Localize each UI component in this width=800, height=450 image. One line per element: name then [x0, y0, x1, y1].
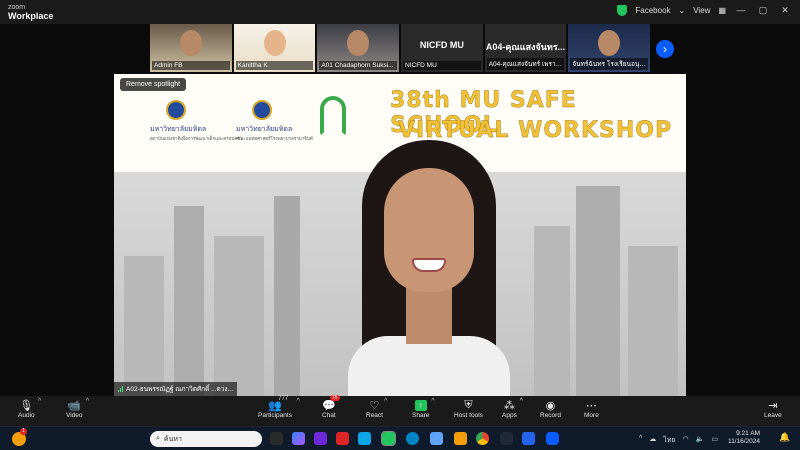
brand-line2: Workplace — [8, 11, 54, 21]
file-explorer-icon[interactable] — [454, 432, 467, 445]
participant-video — [347, 30, 370, 56]
windows-taskbar: 1 ⌕ ค้นหา ^ ☁ ไทย ◠ 🔈 ▭ 9:21 AM 11/16/20… — [0, 426, 800, 450]
word-icon[interactable] — [522, 432, 535, 445]
participant-video — [598, 30, 621, 56]
speaker-video — [344, 140, 514, 396]
mahidol-seal-icon — [166, 100, 186, 120]
audio-options-chevron-icon[interactable]: ^ — [38, 398, 41, 405]
participant-tile[interactable]: Kanittha K — [233, 24, 316, 72]
wifi-icon[interactable]: ◠ — [683, 435, 689, 446]
clock-time: 9:21 AM — [736, 430, 760, 437]
participant-video — [263, 30, 286, 56]
org2-label: มหาวิทยาลัยมหิดล คณะแพทยศาสตร์โรงพยาบาลรา… — [236, 126, 313, 141]
share-screen-icon: ↑ ^ — [414, 398, 435, 412]
clock[interactable]: 9:21 AM 11/16/2024 — [728, 430, 760, 446]
app-icon[interactable] — [500, 432, 513, 445]
participant-tile[interactable]: NICFD MU NICFD MU — [401, 24, 483, 72]
participant-video — [180, 30, 202, 56]
participant-name: Admin FB — [152, 61, 230, 70]
language-indicator[interactable]: ไทย — [663, 435, 675, 446]
participant-name: A04-คุณแสงจันทร์ เพราะ... — [486, 58, 565, 70]
task-view-icon[interactable] — [270, 432, 283, 445]
title-bar: zoom Workplace Facebook ⌄ View ▦ — ▢ ✕ — [0, 0, 800, 24]
leave-icon: ⇥ — [768, 399, 778, 412]
zoom-window: zoom Workplace Facebook ⌄ View ▦ — ▢ ✕ A… — [0, 0, 800, 450]
chevron-down-icon[interactable]: ⌄ — [679, 6, 686, 15]
edge-icon[interactable] — [406, 432, 419, 445]
next-page-arrow-icon[interactable]: › — [656, 40, 674, 58]
video-options-chevron-icon[interactable]: ^ — [86, 398, 89, 405]
leave-button[interactable]: ⇥ Leave — [764, 398, 782, 420]
speaker-name-tag: A02-ธนพรรณัฏฐ์ ณภาวิตศักดิ์ ...ดวง... — [114, 382, 237, 396]
teams-icon[interactable] — [314, 432, 327, 445]
video-off-icon: 📹 ^ — [67, 398, 90, 412]
system-tray: ^ ☁ ไทย ◠ 🔈 ▭ — [639, 435, 718, 446]
react-button[interactable]: ♡ ^ React — [366, 398, 388, 419]
connection-signal-icon — [118, 386, 123, 392]
line-icon[interactable] — [381, 431, 396, 446]
spotlight-video[interactable]: มหาวิทยาลัยมหิดล สถาบันแห่งชาติเพื่อการพั… — [114, 74, 686, 396]
apps-button[interactable]: ⁂ ^ Apps — [502, 398, 523, 419]
more-dots-icon: ⋯ — [585, 399, 597, 412]
zoom-workplace-logo: zoom Workplace — [8, 3, 53, 21]
encryption-shield-icon[interactable] — [617, 4, 628, 16]
remove-spotlight-button[interactable]: Remove spotlight — [120, 78, 187, 91]
view-grid-icon[interactable]: ▦ — [718, 6, 726, 15]
outlook-icon[interactable] — [358, 432, 371, 445]
mic-muted-icon: 🎙 ^ — [19, 398, 42, 412]
participants-button[interactable]: 👥 777 ^ Participants — [258, 396, 300, 419]
notification-bell-icon[interactable]: 🔔 — [779, 432, 792, 445]
battery-icon[interactable]: ▭ — [711, 435, 718, 446]
title-bar-controls: Facebook ⌄ View ▦ — ▢ ✕ — [617, 4, 792, 16]
participant-tile[interactable]: จันทร์ฉันทร โรงเรียนอนุบาล... — [568, 24, 651, 72]
participant-name: A01 Chadaphorn Suksi... — [319, 61, 398, 70]
share-button[interactable]: ↑ ^ Share — [412, 398, 435, 419]
chevron-up-icon[interactable]: ^ — [639, 435, 642, 446]
audio-button[interactable]: 🎙 ^ Audio — [18, 398, 42, 419]
photos-icon[interactable] — [430, 432, 443, 445]
participant-tile[interactable]: A04-คุณแสงจันทร... A04-คุณแสงจันทร์ เพรา… — [484, 24, 567, 72]
notification-badge: 1 — [20, 428, 27, 435]
video-button[interactable]: 📹 ^ Video — [66, 398, 90, 419]
chat-button[interactable]: 💬 75 Chat — [322, 395, 340, 419]
chrome-icon[interactable] — [476, 432, 489, 445]
host-tools-button[interactable]: ⛨ Host tools — [454, 398, 483, 420]
speaker-name: A02-ธนพรรณัฏฐ์ ณภาวิตศักดิ์ ...ดวง... — [126, 386, 233, 393]
share-target-label[interactable]: Facebook — [635, 6, 670, 15]
view-button[interactable]: View — [693, 6, 710, 15]
apps-icon: ⁂ ^ — [503, 398, 523, 412]
close-icon[interactable]: ✕ — [778, 4, 792, 16]
participant-tile[interactable]: A01 Chadaphorn Suksi... — [317, 24, 400, 72]
safe-school-logo — [320, 96, 346, 136]
shield-icon: ⛨ — [464, 398, 473, 411]
zoom-app-icon[interactable] — [546, 432, 559, 445]
record-icon: ◉ — [545, 399, 556, 412]
participant-tile[interactable]: Admin FB — [150, 24, 232, 72]
mahidol-seal-icon — [252, 100, 272, 120]
participant-name: จันทร์ฉันทร โรงเรียนอนุบาล... — [570, 58, 649, 70]
participant-name: NICFD MU — [403, 61, 481, 70]
minimize-icon[interactable]: — — [734, 4, 748, 16]
copilot-icon[interactable] — [292, 432, 305, 445]
search-placeholder: ค้นหา — [163, 435, 182, 443]
chat-icon: 💬 75 — [322, 395, 340, 412]
more-button[interactable]: ⋯ More — [584, 398, 599, 420]
cloud-icon[interactable]: ☁ — [649, 435, 656, 446]
org1-label: มหาวิทยาลัยมหิดล สถาบันแห่งชาติเพื่อการพั… — [150, 126, 243, 141]
participant-display-name: NICFD MU — [419, 40, 464, 50]
participant-name: Kanittha K — [235, 61, 314, 70]
heart-icon: ♡ ^ — [369, 398, 388, 412]
speaker-icon[interactable]: 🔈 — [696, 435, 705, 446]
app-icon[interactable] — [336, 432, 349, 445]
clock-date: 11/16/2024 — [727, 438, 760, 445]
maximize-icon[interactable]: ▢ — [756, 4, 770, 16]
meeting-toolbar: 🎙 ^ Audio 📹 ^ Video 👥 777 ^ Participants 💬 75… — [0, 395, 800, 426]
participant-display-name: A04-คุณแสงจันทร... — [485, 42, 566, 52]
participants-icon: 👥 777 ^ — [268, 396, 300, 412]
taskbar-search[interactable]: ⌕ ค้นหา — [150, 431, 262, 447]
search-icon: ⌕ — [156, 435, 160, 442]
record-button[interactable]: ◉ Record — [540, 398, 561, 420]
participant-gallery: Admin FB Kanittha K A01 Chadaphorn Suksi… — [150, 24, 651, 74]
